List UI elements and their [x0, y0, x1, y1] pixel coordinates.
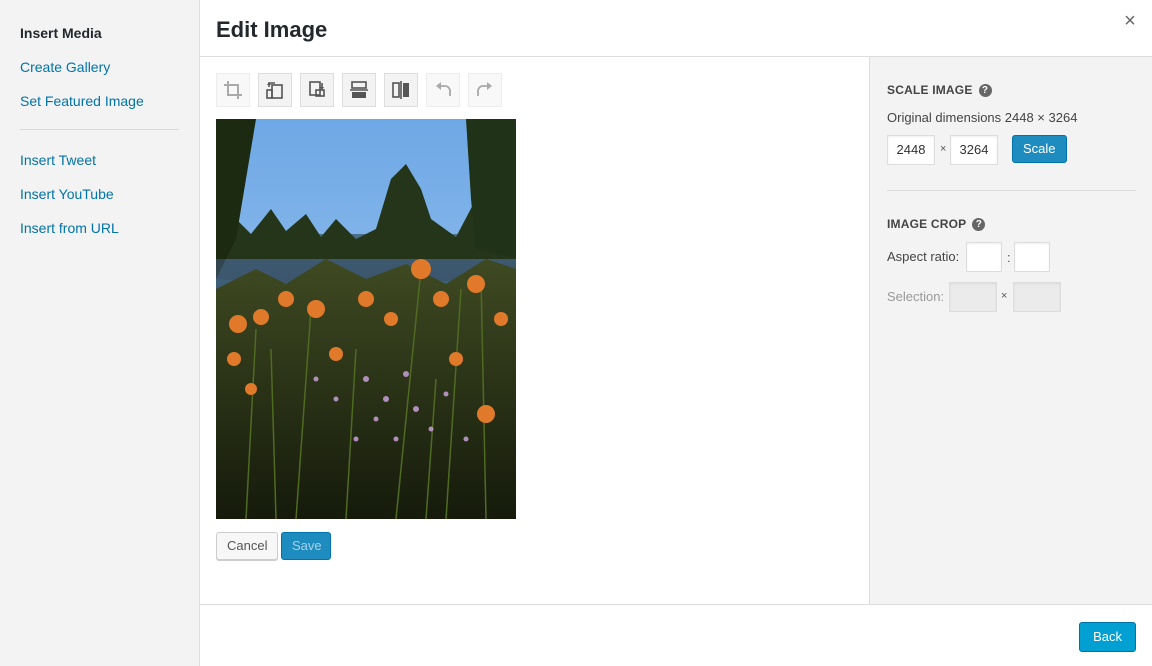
flip-vertical-button[interactable]	[342, 73, 376, 107]
flip-horizontal-button[interactable]	[384, 73, 418, 107]
menu-item-insert-youtube[interactable]: Insert YouTube	[20, 186, 114, 202]
rotate-right-button[interactable]	[300, 73, 334, 107]
menu-separator	[20, 129, 179, 130]
save-button[interactable]: Save	[281, 532, 331, 560]
menu-item-insert-media[interactable]: Insert Media	[20, 25, 102, 41]
scale-times-sign: ×	[940, 143, 947, 155]
back-button[interactable]: Back	[1079, 622, 1136, 652]
rotate-left-button[interactable]	[258, 73, 292, 107]
scale-image-heading: SCALE IMAGE?	[887, 83, 992, 97]
crop-icon	[224, 81, 242, 99]
selection-width-input[interactable]	[949, 282, 997, 312]
undo-icon	[436, 82, 451, 96]
image-preview[interactable]	[216, 119, 516, 519]
selection-label: Selection:	[887, 289, 945, 304]
scale-button[interactable]: Scale	[1012, 135, 1067, 163]
menu-item-insert-from-url[interactable]: Insert from URL	[20, 220, 119, 236]
menu-item-set-featured-image[interactable]: Set Featured Image	[20, 93, 144, 109]
original-dimensions: Original dimensions 2448 × 3264	[887, 110, 1078, 125]
image-settings-panel: SCALE IMAGE? Original dimensions 2448 × …	[869, 57, 1152, 604]
modal-footer: Back	[200, 604, 1152, 666]
aspect-ratio-separator: :	[1007, 250, 1011, 265]
modal-header: Edit Image ×	[200, 0, 1152, 57]
scale-width-input[interactable]: 2448	[887, 135, 935, 165]
scale-height-input[interactable]: 3264	[950, 135, 998, 165]
image-editor: Cancel Save	[200, 57, 869, 604]
aspect-ratio-height-input[interactable]	[1014, 242, 1050, 272]
flip-horizontal-icon	[392, 81, 409, 99]
cancel-button[interactable]: Cancel	[216, 532, 278, 560]
selection-times-sign: ×	[1001, 290, 1008, 302]
aspect-ratio-width-input[interactable]	[966, 242, 1002, 272]
rotate-right-icon	[309, 81, 325, 97]
selection-height-input[interactable]	[1013, 282, 1061, 312]
rotate-left-icon	[266, 82, 283, 99]
close-icon[interactable]: ×	[1122, 11, 1138, 31]
crop-button[interactable]	[216, 73, 250, 107]
lake-photo	[216, 119, 516, 519]
image-crop-heading: IMAGE CROP?	[887, 217, 986, 231]
help-icon[interactable]: ?	[972, 218, 986, 231]
page-title: Edit Image	[216, 17, 328, 42]
redo-icon	[477, 82, 492, 96]
menu-item-create-gallery[interactable]: Create Gallery	[20, 59, 110, 75]
redo-button[interactable]	[468, 73, 502, 107]
panel-divider	[887, 190, 1136, 191]
flip-vertical-icon	[350, 81, 368, 98]
help-icon[interactable]: ?	[978, 84, 992, 97]
menu-item-insert-tweet[interactable]: Insert Tweet	[20, 152, 96, 168]
aspect-ratio-label: Aspect ratio:	[887, 249, 960, 264]
media-menu: Insert Media Create Gallery Set Featured…	[0, 0, 200, 666]
undo-button[interactable]	[426, 73, 460, 107]
